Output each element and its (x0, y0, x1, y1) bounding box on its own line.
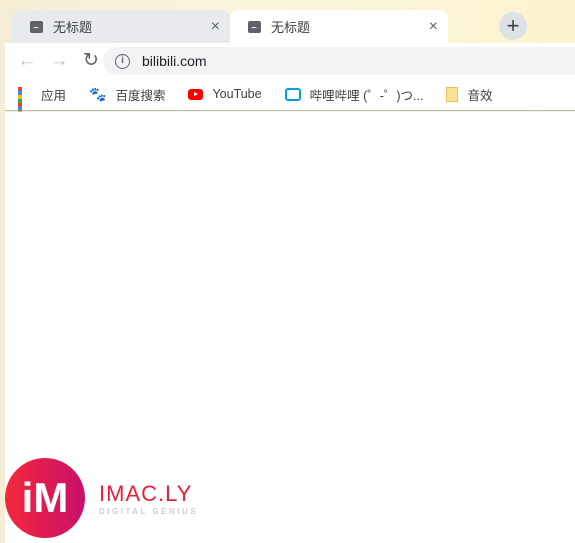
folder-icon (446, 86, 459, 102)
watermark-tagline: DIGITAL GENIUS (99, 506, 199, 516)
baidu-paw-icon: 🐾 (89, 85, 107, 102)
bilibili-icon (284, 87, 301, 101)
bookmark-label: 哔哩哔哩 (゜-゜)つ... (309, 88, 424, 103)
toolbar: ← → ↻ i bilibili.com (5, 43, 575, 78)
close-icon[interactable]: × (211, 18, 220, 36)
sad-folder-icon (248, 20, 261, 33)
bookmark-bilibili[interactable]: 哔哩哔哩 (゜-゜)つ... (284, 85, 424, 104)
sad-folder-icon (30, 20, 43, 33)
bookmark-baidu[interactable]: 🐾 百度搜索 (89, 85, 165, 104)
bookmark-label: 音效 (467, 88, 493, 103)
tab-2[interactable]: 无标题 × (230, 10, 448, 43)
address-bar[interactable]: i bilibili.com (103, 47, 575, 75)
bookmarks-bar: 应用 🐾 百度搜索 YouTube 哔哩哔哩 (゜-゜)つ... 音效 (5, 78, 575, 123)
bookmark-label: YouTube (212, 87, 262, 101)
bookmark-youtube[interactable]: YouTube (188, 87, 262, 101)
bookmark-folder-sound[interactable]: 音效 (446, 85, 493, 104)
new-tab-button[interactable]: + (499, 12, 527, 40)
bookmark-label: 应用 (41, 88, 67, 103)
tab-title: 无标题 (53, 20, 93, 35)
apps-icon (18, 87, 32, 123)
close-icon[interactable]: × (429, 18, 438, 36)
back-button[interactable]: ← (11, 50, 43, 72)
forward-button[interactable]: → (43, 50, 75, 72)
bookmark-apps[interactable]: 应用 (18, 85, 67, 123)
watermark-name: IMAC.LY (99, 480, 193, 506)
tab-strip: 无标题 × 无标题 × + (5, 0, 575, 43)
tab-title: 无标题 (271, 20, 311, 35)
imac-logo-circle: iM (5, 458, 85, 538)
tab-1[interactable]: 无标题 × (12, 10, 230, 43)
youtube-icon (188, 88, 204, 100)
url-text[interactable]: bilibili.com (142, 53, 207, 69)
bookmark-label: 百度搜索 (115, 88, 166, 103)
watermark-logo: iM IMAC.LY DIGITAL GENIUS (5, 458, 198, 538)
info-icon[interactable]: i (115, 53, 130, 69)
